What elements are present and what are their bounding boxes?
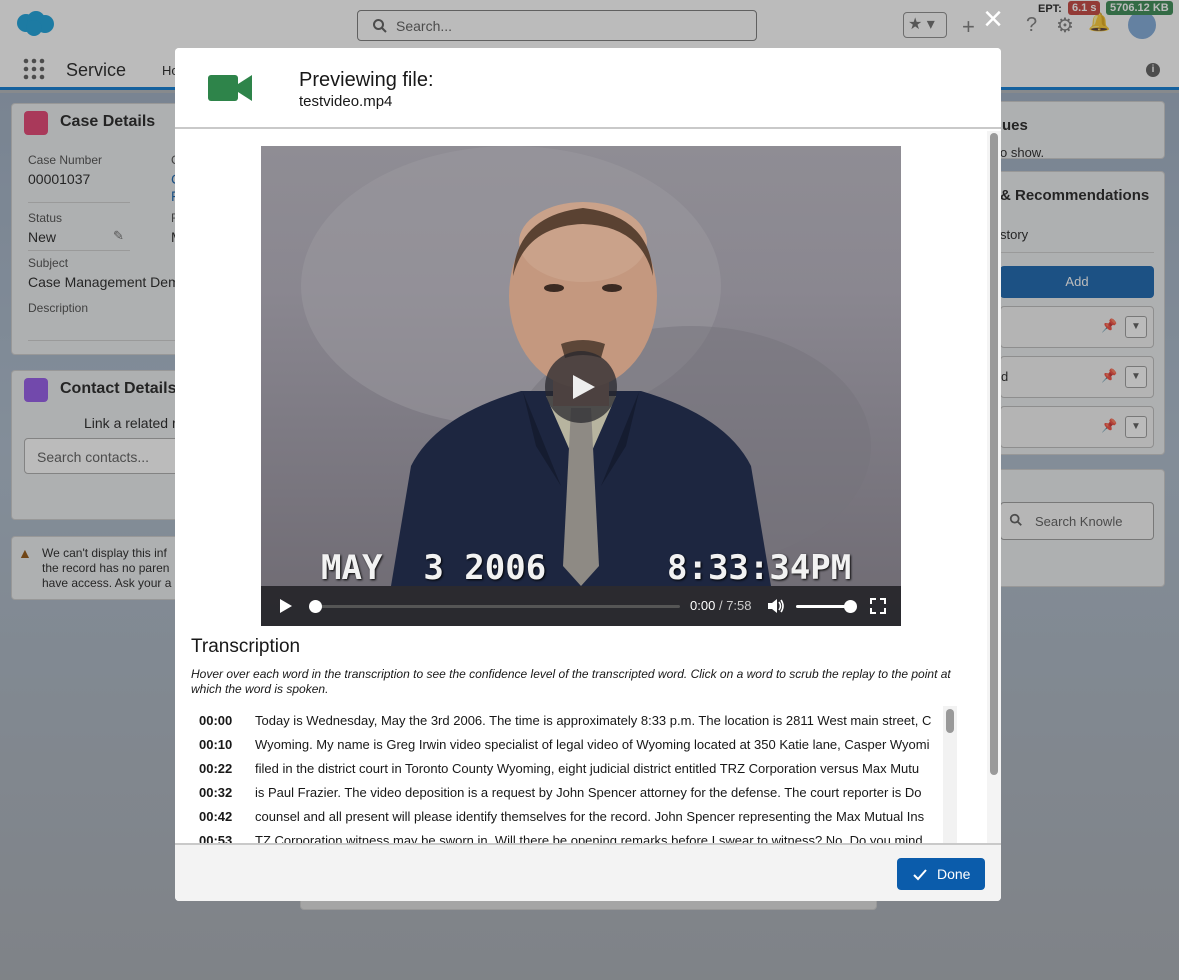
transcription-row[interactable]: 00:10 Wyoming. My name is Greg Irwin vide… (191, 733, 957, 757)
done-button[interactable]: Done (897, 858, 985, 890)
check-icon (913, 858, 927, 890)
transcription-instructions: Hover over each word in the transcriptio… (191, 667, 951, 696)
transcription-text[interactable]: is Paul Frazier. The video deposition is… (255, 781, 922, 805)
transcription-text[interactable]: TZ Corporation witness may be sworn in. … (255, 829, 923, 843)
transcription-heading: Transcription (191, 636, 301, 657)
video-date-stamp: MAY 3 2006 (321, 548, 547, 588)
duration: 7:58 (726, 598, 752, 613)
transcription-timestamp[interactable]: 00:00 (191, 709, 255, 733)
transcription-scrollbar[interactable] (943, 706, 957, 843)
volume-handle[interactable] (844, 600, 857, 613)
transcription-table: 00:00 Today is Wednesday, May the 3rd 200… (191, 706, 957, 843)
video-time-stamp: 8:33:34PM (667, 548, 852, 588)
play-icon[interactable] (279, 598, 293, 614)
seek-handle[interactable] (309, 600, 322, 613)
transcription-text[interactable]: filed in the district court in Toronto C… (255, 757, 919, 781)
file-name: testvideo.mp4 (299, 93, 393, 110)
seek-bar[interactable] (309, 600, 680, 613)
close-modal-button[interactable]: × (978, 2, 1008, 38)
transcription-row[interactable]: 00:00 Today is Wednesday, May the 3rd 200… (191, 709, 957, 733)
file-preview-modal: Previewing file: testvideo.mp4 MAY 3 200… (175, 48, 1001, 901)
volume-icon[interactable] (767, 598, 785, 614)
transcription-text[interactable]: Wyoming. My name is Greg Irwin video spe… (255, 733, 930, 757)
big-play-button[interactable] (545, 351, 617, 423)
modal-body: MAY 3 2006 8:33:34PM 0:00 / 7:58 Transcr… (175, 131, 1001, 843)
modal-footer: Done (175, 843, 1001, 901)
current-time: 0:00 (690, 598, 716, 613)
transcription-row[interactable]: 00:53 TZ Corporation witness may be sworn… (191, 829, 957, 843)
transcription-rows: 00:00 Today is Wednesday, May the 3rd 200… (191, 706, 957, 843)
transcription-timestamp[interactable]: 00:10 (191, 733, 255, 757)
modal-title: Previewing file: (299, 69, 434, 91)
transcription-timestamp[interactable]: 00:53 (191, 829, 255, 843)
done-button-label: Done (937, 866, 971, 882)
video-player[interactable]: MAY 3 2006 8:33:34PM 0:00 / 7:58 (261, 146, 901, 626)
volume-slider[interactable] (796, 600, 857, 613)
video-camera-icon (208, 73, 254, 106)
video-controls: 0:00 / 7:58 (261, 586, 901, 626)
modal-scrollbar[interactable] (987, 131, 1001, 843)
transcription-timestamp[interactable]: 00:42 (191, 805, 255, 829)
transcription-row[interactable]: 00:42 counsel and all present will please… (191, 805, 957, 829)
transcription-row[interactable]: 00:22 filed in the district court in Toro… (191, 757, 957, 781)
transcription-text[interactable]: Today is Wednesday, May the 3rd 2006. Th… (255, 709, 931, 733)
play-icon (573, 375, 595, 399)
modal-header: Previewing file: testvideo.mp4 (175, 48, 1001, 129)
transcription-row[interactable]: 00:32 is Paul Frazier. The video depositi… (191, 781, 957, 805)
close-icon: × (983, 0, 1003, 38)
modal-scrollbar-thumb[interactable] (990, 133, 998, 775)
transcription-timestamp[interactable]: 00:22 (191, 757, 255, 781)
time-separator: / (718, 598, 723, 613)
transcription-timestamp[interactable]: 00:32 (191, 781, 255, 805)
transcription-text[interactable]: counsel and all present will please iden… (255, 805, 924, 829)
time-readout: 0:00 / 7:58 (690, 598, 752, 613)
fullscreen-icon[interactable] (870, 598, 886, 614)
transcription-scrollbar-thumb[interactable] (946, 709, 954, 733)
